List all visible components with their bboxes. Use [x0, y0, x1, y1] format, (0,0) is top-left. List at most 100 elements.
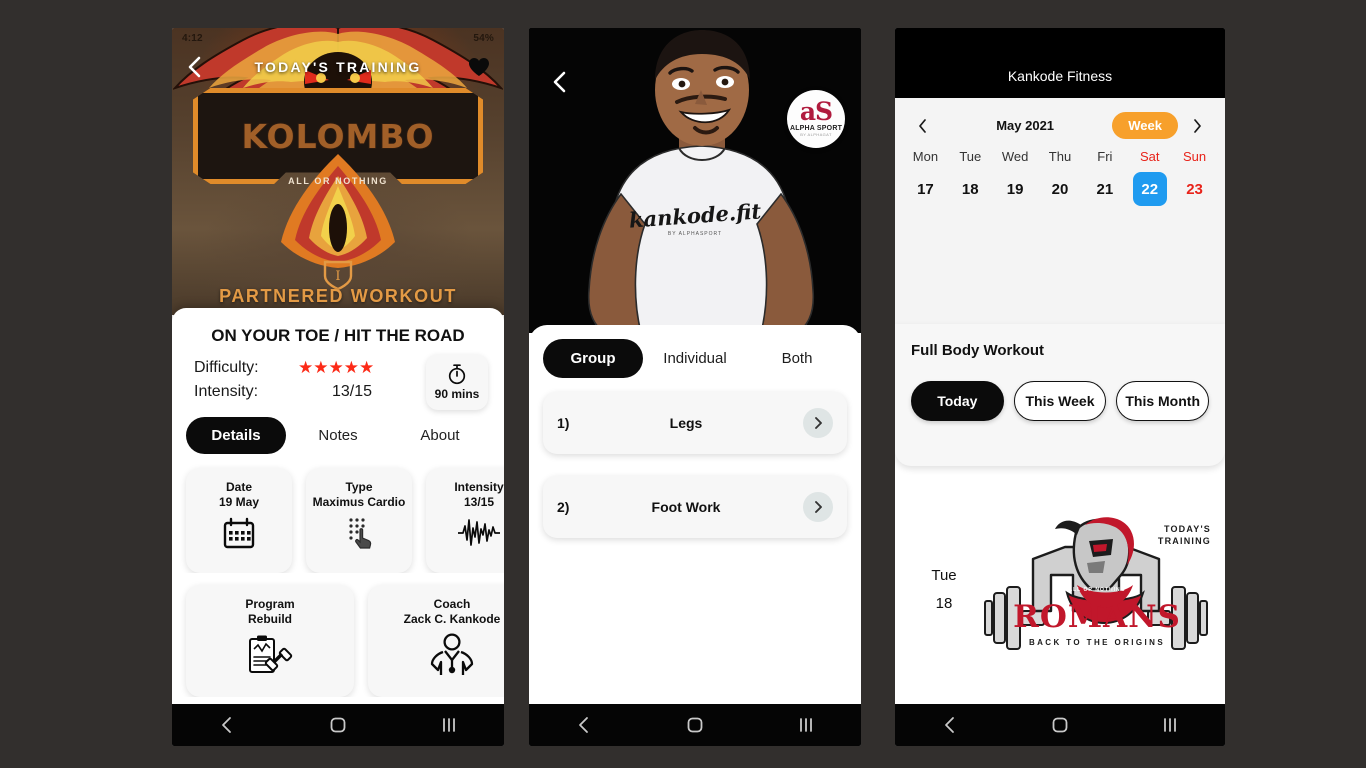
exercise-sheet: Group Individual Both 1) Legs 2) Foot Wo…: [529, 325, 861, 704]
nav-home-button[interactable]: [1051, 716, 1069, 734]
exercise-row-2[interactable]: 2) Foot Work: [543, 476, 847, 538]
day-cell-20[interactable]: 20: [1038, 172, 1083, 206]
exercise-row-1[interactable]: 1) Legs: [543, 392, 847, 454]
workout-entry-row[interactable]: Tue 18 ALL OR NOTHING ROMANS BACK TO THE…: [895, 476, 1225, 704]
exercise-2-name: Foot Work: [651, 499, 721, 515]
shirt-subtext: BY ALPHASPORT: [667, 231, 723, 237]
duration-card[interactable]: 90 mins: [426, 354, 488, 410]
day-cell-17[interactable]: 17: [903, 172, 948, 206]
card-program-value: Rebuild: [248, 612, 292, 626]
stopwatch-icon: [448, 364, 466, 385]
kolombo-tagline: ALL OR NOTHING: [288, 176, 388, 186]
calendar-icon: [223, 517, 255, 549]
app-bar: Kankode Fitness: [895, 28, 1225, 98]
nav-back-button[interactable]: [575, 716, 593, 734]
duration-value: 90 mins: [434, 387, 480, 401]
card-coach[interactable]: Coach Zack C. Kankode: [368, 585, 504, 697]
dow-fri: Fri: [1097, 149, 1113, 164]
chevron-left-icon: [553, 71, 566, 93]
tap-gesture-icon: [349, 518, 372, 549]
nav-recents-button[interactable]: [797, 716, 815, 734]
card-coach-title: Coach: [433, 597, 471, 611]
tab-notes[interactable]: Notes: [288, 417, 388, 454]
status-bar: 4:12 54%: [172, 28, 504, 48]
home-icon: [330, 717, 346, 733]
day-cell-21[interactable]: 21: [1082, 172, 1127, 206]
chevron-right-icon: [814, 417, 822, 429]
exercise-1-open-button[interactable]: [803, 408, 833, 438]
app-title: Kankode Fitness: [1007, 68, 1113, 84]
romans-logo: ALL OR NOTHING ROMANS BACK TO THE ORIGIN…: [981, 515, 1213, 665]
back-button[interactable]: [186, 55, 202, 79]
segment-individual[interactable]: Individual: [645, 339, 745, 378]
card-program-title: Program: [245, 597, 295, 611]
filter-this-month[interactable]: This Month: [1116, 381, 1210, 421]
chevron-left-icon: [919, 118, 926, 133]
waveform-icon: [458, 519, 500, 546]
filter-today[interactable]: Today: [911, 381, 1004, 421]
intensity-label: Intensity:: [194, 383, 259, 400]
card-date-title: Date: [225, 480, 252, 494]
workout-entry-date-number: 18: [935, 595, 953, 612]
phone-1-workout-detail: KOLOMBO ALL OR NOTHING I 4:12 54% TODAY'…: [172, 28, 504, 746]
nav-home-button[interactable]: [686, 716, 704, 734]
back-button[interactable]: [551, 70, 567, 94]
next-week-button[interactable]: [1188, 114, 1207, 138]
day-cell-18[interactable]: 18: [948, 172, 993, 206]
workout-title: ON YOUR TOE / HIT THE ROAD: [211, 326, 465, 345]
filter-this-week[interactable]: This Week: [1013, 381, 1107, 421]
nav-recents-button[interactable]: [1161, 716, 1179, 734]
heart-icon: [469, 58, 489, 76]
hero-caption: PARTNERED WORKOUT: [219, 286, 457, 306]
romans-tagline: ALL OR NOTHING: [1068, 587, 1126, 593]
segment-group[interactable]: Group: [543, 339, 643, 378]
dow-wed: Wed: [1001, 149, 1029, 164]
alpha-sport-monogram: aS: [799, 97, 833, 127]
week-calendar: May 2021 Week Mon Tue Wed Thu Fri Sat Su…: [895, 98, 1225, 324]
coach-avatar-art: [529, 28, 861, 333]
home-icon: [687, 717, 703, 733]
coach-illustration: kankode.fit BY ALPHASPORT aS ALPHA SPORT…: [529, 28, 861, 333]
nav-back-button[interactable]: [941, 716, 959, 734]
day-cell-19[interactable]: 19: [993, 172, 1038, 206]
section-title: Full Body Workout: [911, 342, 1045, 359]
back-icon: [222, 717, 232, 733]
day-number-22: 22: [1132, 172, 1167, 206]
phone-3-screen: Kankode Fitness May 2021 Week Mon Tue We…: [895, 28, 1225, 746]
card-program[interactable]: Program Rebuild: [186, 585, 354, 697]
recents-icon: [1164, 718, 1176, 732]
phone-1-screen: KOLOMBO ALL OR NOTHING I 4:12 54% TODAY'…: [172, 28, 504, 746]
dow-mon: Mon: [912, 149, 939, 164]
dow-sun: Sun: [1183, 149, 1207, 164]
phone-3-calendar: Kankode Fitness May 2021 Week Mon Tue We…: [895, 28, 1225, 746]
favorite-button[interactable]: [468, 57, 490, 77]
tab-about[interactable]: About: [390, 417, 490, 454]
badge-line-1: TODAY'S: [1163, 524, 1211, 534]
prev-week-button[interactable]: [913, 114, 932, 138]
workout-meta: Difficulty: ★★★★★ Intensity: 13/15 90 mi…: [172, 354, 504, 410]
recents-icon: [442, 718, 455, 732]
day-cell-23[interactable]: 23: [1172, 172, 1217, 206]
day-number-17: 17: [917, 180, 934, 198]
nav-home-button[interactable]: [329, 716, 347, 734]
dow-thu: Thu: [1048, 149, 1072, 164]
status-time: 4:12: [182, 32, 203, 44]
chevron-right-icon: [1194, 118, 1201, 133]
card-intensity-value: 13/15: [463, 495, 495, 509]
view-toggle-week[interactable]: Week: [1112, 112, 1178, 139]
hero-title: TODAY'S TRAINING: [254, 59, 422, 75]
back-icon: [579, 717, 589, 733]
day-number-19: 19: [1006, 180, 1024, 198]
nav-recents-button[interactable]: [440, 716, 458, 734]
nav-back-button[interactable]: [218, 716, 236, 734]
difficulty-stars: ★★★★★: [298, 358, 375, 377]
exercise-2-open-button[interactable]: [803, 492, 833, 522]
tab-details[interactable]: Details: [186, 417, 286, 454]
info-cards-row-1: Date 19 May Type Maximus Cardio Intensit…: [172, 454, 504, 573]
card-intensity[interactable]: Intensity 13/15: [426, 468, 504, 573]
card-type[interactable]: Type Maximus Cardio: [306, 468, 412, 573]
card-date[interactable]: Date 19 May: [186, 468, 292, 573]
card-intensity-title: Intensity: [454, 480, 504, 494]
day-cell-22[interactable]: 22: [1127, 172, 1172, 206]
segment-both[interactable]: Both: [747, 339, 847, 378]
